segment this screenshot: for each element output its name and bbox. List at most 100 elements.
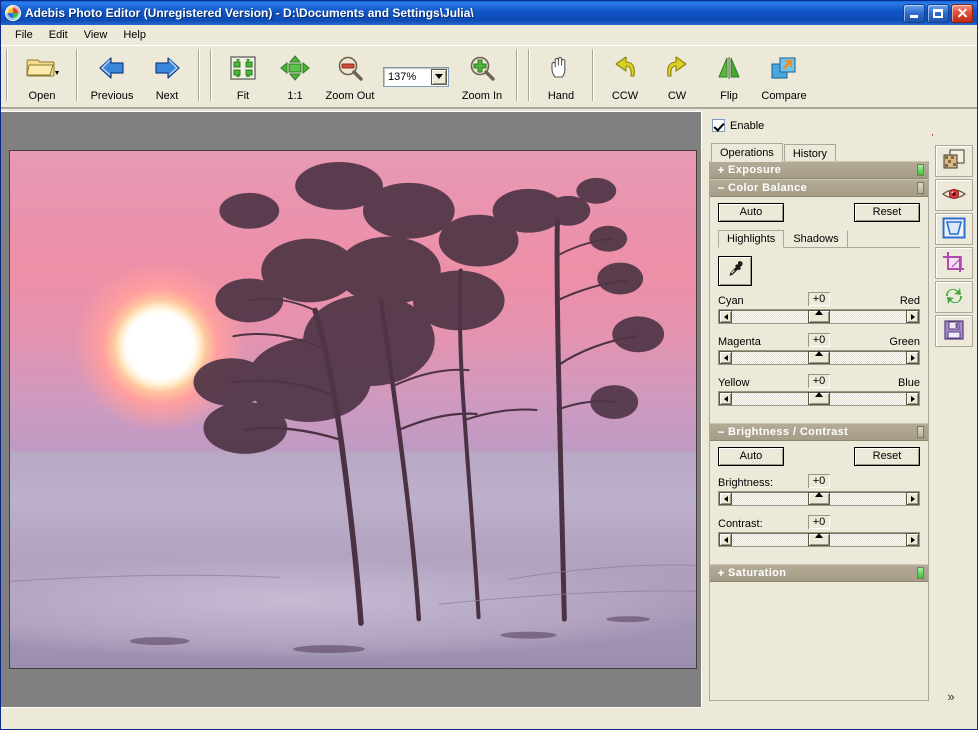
section-brightness-contrast-label: Brightness / Contrast (728, 426, 849, 438)
slider-decrement-button[interactable] (719, 492, 732, 505)
rotate-ccw-button[interactable]: CCW (599, 49, 651, 105)
previous-label: Previous (90, 90, 134, 102)
zoom-out-button[interactable]: Zoom Out (321, 49, 379, 105)
slider-yellow-blue: Yellow +0 Blue (718, 373, 920, 406)
slider-cyan-red: Cyan +0 Red (718, 291, 920, 324)
slider-decrement-button[interactable] (719, 533, 732, 546)
open-button[interactable]: Open (13, 49, 71, 105)
maximize-button[interactable] (927, 3, 949, 23)
menu-item-view[interactable]: View (76, 27, 116, 43)
slider-decrement-button[interactable] (719, 351, 732, 364)
section-brightness-contrast-header[interactable]: − Brightness / Contrast (710, 423, 928, 441)
status-badge (917, 426, 924, 438)
slider-center-marker (815, 310, 823, 315)
zoom-value: 137% (388, 71, 417, 83)
compare-label: Compare (761, 90, 807, 102)
next-button[interactable]: Next (141, 49, 193, 105)
collapse-toggle-icon[interactable]: − (714, 181, 728, 195)
status-badge (917, 182, 924, 194)
enable-checkbox[interactable]: Enable (712, 119, 764, 132)
fit-button[interactable]: Fit (217, 49, 269, 105)
status-badge (917, 164, 924, 176)
rotate-cw-button[interactable]: CW (651, 49, 703, 105)
eyedropper-button[interactable] (718, 256, 752, 286)
slider-center-marker (815, 392, 823, 397)
tab-history[interactable]: History (783, 144, 837, 162)
levels-thumbnail-button[interactable] (935, 145, 973, 177)
slider-brightness: Brightness: +0 (718, 473, 920, 506)
color-balance-subtabs: Highlights Shadows (718, 230, 920, 248)
rotate-refresh-button[interactable] (935, 281, 973, 313)
application-window: Adebis Photo Editor (Unregistered Versio… (0, 0, 978, 730)
section-exposure-header[interactable]: + Exposure (710, 161, 928, 179)
save-disk-button[interactable] (935, 315, 973, 347)
folder-open-icon (25, 53, 59, 83)
slider-increment-button[interactable] (906, 351, 919, 364)
previous-button[interactable]: Previous (83, 49, 141, 105)
frame-border-button[interactable] (935, 213, 973, 245)
section-color-balance-header[interactable]: − Color Balance (710, 179, 928, 197)
hand-label: Hand (547, 90, 575, 102)
menu-item-help[interactable]: Help (115, 27, 154, 43)
slider-center-marker (815, 492, 823, 497)
eyedropper-icon (725, 260, 745, 283)
slider-magenta-green: Magenta +0 Green (718, 332, 920, 365)
enable-checkbox-box[interactable] (712, 119, 725, 132)
subtab-shadows[interactable]: Shadows (784, 230, 848, 248)
hand-icon (544, 53, 578, 83)
close-button[interactable] (951, 3, 973, 23)
slider-increment-button[interactable] (906, 533, 919, 546)
slider-decrement-button[interactable] (719, 310, 732, 323)
compare-button[interactable]: Compare (755, 49, 813, 105)
actual-size-label: 1:1 (287, 90, 303, 102)
toolbar-separator (592, 49, 594, 101)
slider-value: +0 (807, 332, 831, 348)
chevron-down-icon[interactable] (431, 69, 447, 85)
menu-item-edit[interactable]: Edit (41, 27, 76, 43)
slider-value: +0 (807, 514, 831, 530)
slider-increment-button[interactable] (906, 392, 919, 405)
actual-size-button[interactable]: 1:1 (269, 49, 321, 105)
brightness-contrast-auto-button[interactable]: Auto (718, 447, 784, 466)
expand-toggle-icon[interactable]: + (714, 566, 728, 580)
rotate-cw-label: CW (667, 90, 687, 102)
toolbar-separator (76, 49, 78, 101)
expand-toggle-icon[interactable]: + (714, 163, 728, 177)
section-saturation-label: Saturation (728, 567, 787, 579)
hand-button[interactable]: Hand (535, 49, 587, 105)
red-eye-button[interactable] (935, 179, 973, 211)
brightness-contrast-reset-button[interactable]: Reset (854, 447, 920, 466)
trees-layer (10, 161, 696, 654)
collapse-toggle-icon[interactable]: − (714, 425, 728, 439)
crop-button[interactable] (935, 247, 973, 279)
slider-contrast: Contrast: +0 (718, 514, 920, 547)
zoom-combo[interactable]: 137% (383, 67, 449, 87)
photo-frame[interactable] (9, 150, 697, 669)
zoom-in-button[interactable]: Zoom In (453, 49, 511, 105)
slider-increment-button[interactable] (906, 492, 919, 505)
menu-bar: File Edit View Help (1, 25, 977, 45)
fit-label: Fit (236, 90, 250, 102)
slider-value: +0 (807, 473, 831, 489)
section-saturation-header[interactable]: + Saturation (710, 564, 928, 582)
subtab-highlights[interactable]: Highlights (718, 230, 785, 248)
flip-label: Flip (720, 90, 738, 102)
toolbar-separator (210, 49, 212, 101)
slider-decrement-button[interactable] (719, 392, 732, 405)
title-bar: Adebis Photo Editor (Unregistered Versio… (1, 1, 977, 25)
next-label: Next (155, 90, 179, 102)
color-balance-auto-button[interactable]: Auto (718, 203, 784, 222)
tab-operations[interactable]: Operations (711, 143, 783, 162)
minimize-button[interactable] (903, 3, 925, 23)
image-canvas[interactable] (1, 111, 701, 729)
color-balance-reset-button[interactable]: Reset (854, 203, 920, 222)
flip-button[interactable]: Flip (703, 49, 755, 105)
slider-increment-button[interactable] (906, 310, 919, 323)
crop-icon (942, 251, 966, 276)
status-bar (1, 707, 701, 729)
panel-expander-button[interactable]: » (939, 687, 963, 705)
zoom-out-icon (333, 53, 367, 83)
slider-value: +0 (807, 373, 831, 389)
menu-item-file[interactable]: File (7, 27, 41, 43)
tools-icon-bar (933, 111, 977, 729)
